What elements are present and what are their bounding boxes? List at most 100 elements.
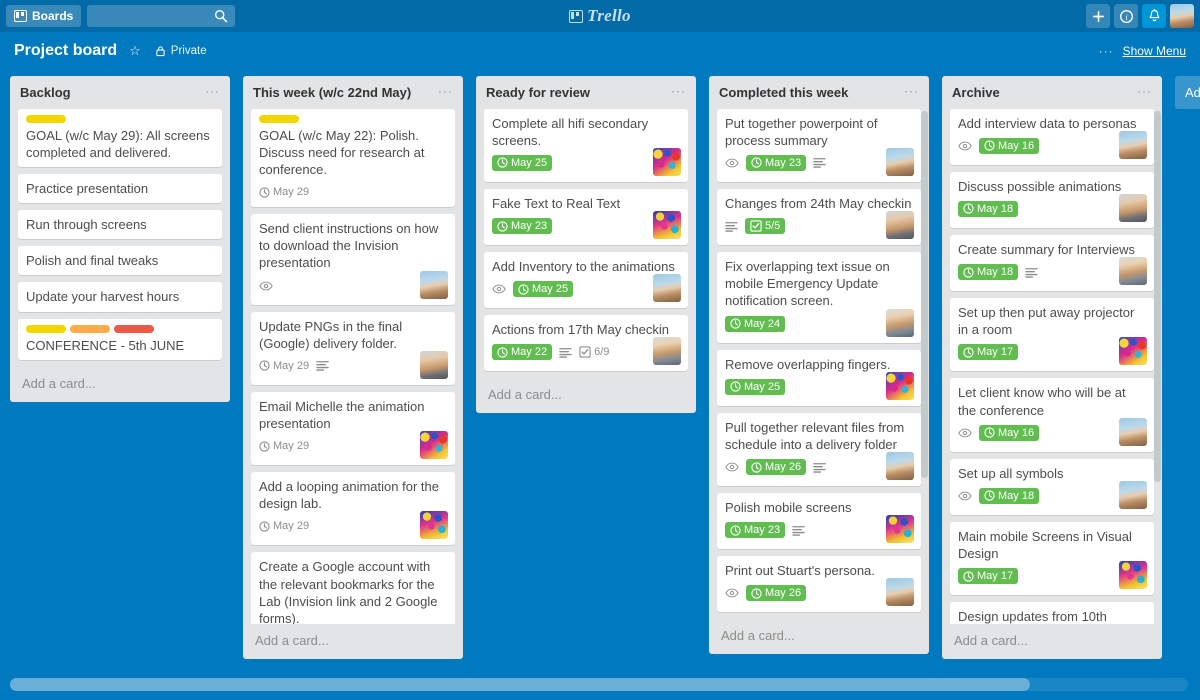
board-card[interactable]: Fake Text to Real Text May 23 bbox=[484, 188, 688, 246]
card-member-avatar[interactable] bbox=[653, 274, 681, 303]
list-menu-icon[interactable]: ··· bbox=[671, 85, 686, 97]
list-header[interactable]: Backlog ··· bbox=[10, 76, 230, 109]
nav-right-group: i bbox=[1086, 4, 1194, 28]
card-member-avatar[interactable] bbox=[653, 147, 681, 176]
card-member-avatar[interactable] bbox=[1119, 480, 1147, 509]
board-card[interactable]: Print out Stuart's persona. May 26 bbox=[717, 556, 921, 613]
card-member-avatar[interactable] bbox=[420, 431, 448, 460]
list-cards-container[interactable]: Put together powerpoint of process summa… bbox=[709, 108, 929, 620]
star-board-button[interactable]: ☆ bbox=[129, 43, 141, 59]
board-card[interactable]: Design updates from 10th March bbox=[950, 602, 1154, 624]
add-another-list-button[interactable]: Add another list bbox=[1175, 76, 1200, 109]
board-card[interactable]: Actions from 17th May checkin May 22 6/9 bbox=[484, 315, 688, 372]
board-card[interactable]: Discuss possible animations May 18 bbox=[950, 171, 1154, 228]
list-cards-container[interactable]: Add interview data to personas May 16 Disc… bbox=[942, 108, 1162, 624]
list-header[interactable]: Archive ··· bbox=[942, 76, 1162, 109]
add-card-button[interactable]: Add a card... bbox=[10, 367, 230, 402]
board-horizontal-scrollbar[interactable] bbox=[10, 678, 1188, 691]
boards-button[interactable]: Boards bbox=[6, 5, 82, 27]
card-member-avatar[interactable] bbox=[420, 511, 448, 540]
board-card[interactable]: Let client know who will be at the confe… bbox=[950, 378, 1154, 452]
add-button[interactable] bbox=[1086, 4, 1110, 28]
list-title[interactable]: Ready for review bbox=[486, 85, 671, 101]
board-card[interactable]: GOAL (w/c May 29): All screens completed… bbox=[18, 108, 222, 167]
board-card[interactable]: Put together powerpoint of process summa… bbox=[717, 108, 921, 182]
card-member-avatar[interactable] bbox=[886, 147, 914, 176]
board-card[interactable]: Email Michelle the animation presentatio… bbox=[251, 391, 455, 466]
add-card-button[interactable]: Add a card... bbox=[709, 619, 929, 654]
card-member-avatar[interactable] bbox=[1119, 561, 1147, 590]
board-card[interactable]: Complete all hifi secondary screens. May … bbox=[484, 108, 688, 182]
search-input[interactable] bbox=[93, 9, 214, 23]
card-member-avatar[interactable] bbox=[886, 308, 914, 337]
card-member-avatar[interactable] bbox=[420, 350, 448, 379]
list-header[interactable]: This week (w/c 22nd May) ··· bbox=[243, 76, 463, 109]
card-label[interactable] bbox=[26, 324, 66, 333]
board-card[interactable]: Add a looping animation for the design l… bbox=[251, 472, 455, 546]
card-labels bbox=[259, 114, 447, 123]
card-member-avatar[interactable] bbox=[1119, 193, 1147, 222]
board-card[interactable]: Update your harvest hours bbox=[18, 282, 222, 312]
list-header[interactable]: Completed this week ··· bbox=[709, 76, 929, 109]
add-card-button[interactable]: Add a card... bbox=[942, 624, 1162, 659]
card-member-avatar[interactable] bbox=[1119, 130, 1147, 159]
add-card-button[interactable]: Add a card... bbox=[243, 624, 463, 659]
card-member-avatar[interactable] bbox=[886, 578, 914, 607]
user-avatar[interactable] bbox=[1170, 4, 1194, 28]
board-card[interactable]: Main mobile Screens in Visual Design May … bbox=[950, 521, 1154, 596]
show-menu-link[interactable]: Show Menu bbox=[1123, 44, 1186, 58]
search-box[interactable] bbox=[87, 5, 236, 27]
card-member-avatar[interactable] bbox=[653, 337, 681, 366]
card-member-avatar[interactable] bbox=[1119, 417, 1147, 446]
board-card[interactable]: CONFERENCE - 5th JUNE bbox=[18, 318, 222, 360]
board-card[interactable]: Remove overlapping fingers. May 25 bbox=[717, 349, 921, 406]
card-member-avatar[interactable] bbox=[1119, 337, 1147, 366]
list-menu-icon[interactable]: ··· bbox=[904, 85, 919, 97]
card-member-avatar[interactable] bbox=[886, 452, 914, 480]
board-card[interactable]: Add interview data to personas May 16 bbox=[950, 108, 1154, 165]
board-card[interactable]: Polish and final tweaks bbox=[18, 246, 222, 276]
card-due-date-badge: May 23 bbox=[746, 154, 807, 171]
notifications-button[interactable] bbox=[1142, 4, 1166, 28]
card-member-avatar[interactable] bbox=[653, 211, 681, 240]
board-card[interactable]: GOAL (w/c May 22): Polish. Discuss need … bbox=[251, 108, 455, 208]
info-button[interactable]: i bbox=[1114, 4, 1138, 28]
board-card[interactable]: Set up then put away projector in a room… bbox=[950, 298, 1154, 372]
card-member-avatar[interactable] bbox=[420, 270, 448, 299]
board-menu-dots[interactable]: ··· bbox=[1099, 44, 1114, 58]
list-menu-icon[interactable]: ··· bbox=[1137, 85, 1152, 97]
list-menu-icon[interactable]: ··· bbox=[438, 85, 453, 97]
list-menu-icon[interactable]: ··· bbox=[205, 85, 220, 97]
card-label[interactable] bbox=[114, 324, 154, 333]
board-card[interactable]: Polish mobile screens May 23 bbox=[717, 493, 921, 550]
list-title[interactable]: Completed this week bbox=[719, 85, 904, 101]
card-due-date-text: May 24 bbox=[744, 317, 781, 330]
board-card[interactable]: Add Inventory to the animations May 25 bbox=[484, 252, 688, 309]
add-card-button[interactable]: Add a card... bbox=[476, 378, 696, 413]
clock-icon bbox=[963, 266, 974, 278]
card-label[interactable] bbox=[26, 114, 66, 123]
board-visibility-button[interactable]: Private bbox=[155, 45, 207, 57]
list-title[interactable]: Backlog bbox=[20, 85, 205, 101]
board-title[interactable]: Project board bbox=[14, 42, 117, 60]
board-card[interactable]: Create a Google account with the relevan… bbox=[251, 552, 455, 624]
board-horizontal-scrollbar-thumb[interactable] bbox=[10, 678, 1030, 691]
card-label[interactable] bbox=[70, 324, 110, 333]
card-member-avatar[interactable] bbox=[886, 371, 914, 400]
card-member-avatar[interactable] bbox=[886, 211, 914, 240]
board-card[interactable]: Update PNGs in the final (Google) delive… bbox=[251, 311, 455, 385]
card-member-avatar[interactable] bbox=[886, 515, 914, 544]
board-card[interactable]: Pull together relevant files from schedu… bbox=[717, 412, 921, 486]
board-card[interactable]: Changes from 24th May checkin 5/5 bbox=[717, 188, 921, 246]
board-card[interactable]: Practice presentation bbox=[18, 173, 222, 204]
list-title[interactable]: Archive bbox=[952, 85, 1137, 101]
list-header[interactable]: Ready for review ··· bbox=[476, 76, 696, 109]
list-title[interactable]: This week (w/c 22nd May) bbox=[253, 85, 438, 101]
board-card[interactable]: Set up all symbols May 18 bbox=[950, 458, 1154, 515]
board-card[interactable]: Fix overlapping text issue on mobile Eme… bbox=[717, 252, 921, 343]
board-card[interactable]: Send client instructions on how to downl… bbox=[251, 214, 455, 305]
card-label[interactable] bbox=[259, 114, 299, 123]
board-card[interactable]: Run through screens bbox=[18, 210, 222, 240]
board-card[interactable]: Create summary for Interviews May 18 bbox=[950, 234, 1154, 292]
card-member-avatar[interactable] bbox=[1119, 257, 1147, 286]
